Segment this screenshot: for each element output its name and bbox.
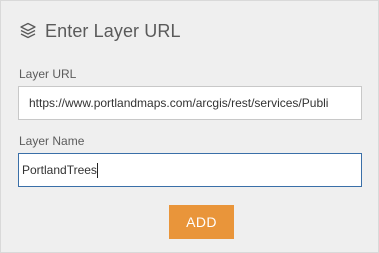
layer-name-value: PortlandTrees (22, 163, 97, 177)
layer-url-input[interactable]: https://www.portlandmaps.com/arcgis/rest… (18, 86, 362, 120)
layer-name-input[interactable]: PortlandTrees (18, 153, 362, 187)
add-button[interactable]: ADD (169, 205, 234, 239)
layers-icon (18, 21, 38, 41)
layer-name-text-wrap: PortlandTrees (22, 154, 98, 186)
panel-header: Enter Layer URL (18, 17, 181, 45)
text-caret (96, 162, 98, 178)
enter-layer-url-panel: Enter Layer URL Layer URL https://www.po… (0, 0, 379, 253)
layer-url-value: https://www.portlandmaps.com/arcgis/rest… (29, 96, 329, 110)
panel-title: Enter Layer URL (45, 20, 181, 41)
layer-name-label: Layer Name (19, 134, 85, 148)
layer-url-label: Layer URL (19, 67, 77, 81)
